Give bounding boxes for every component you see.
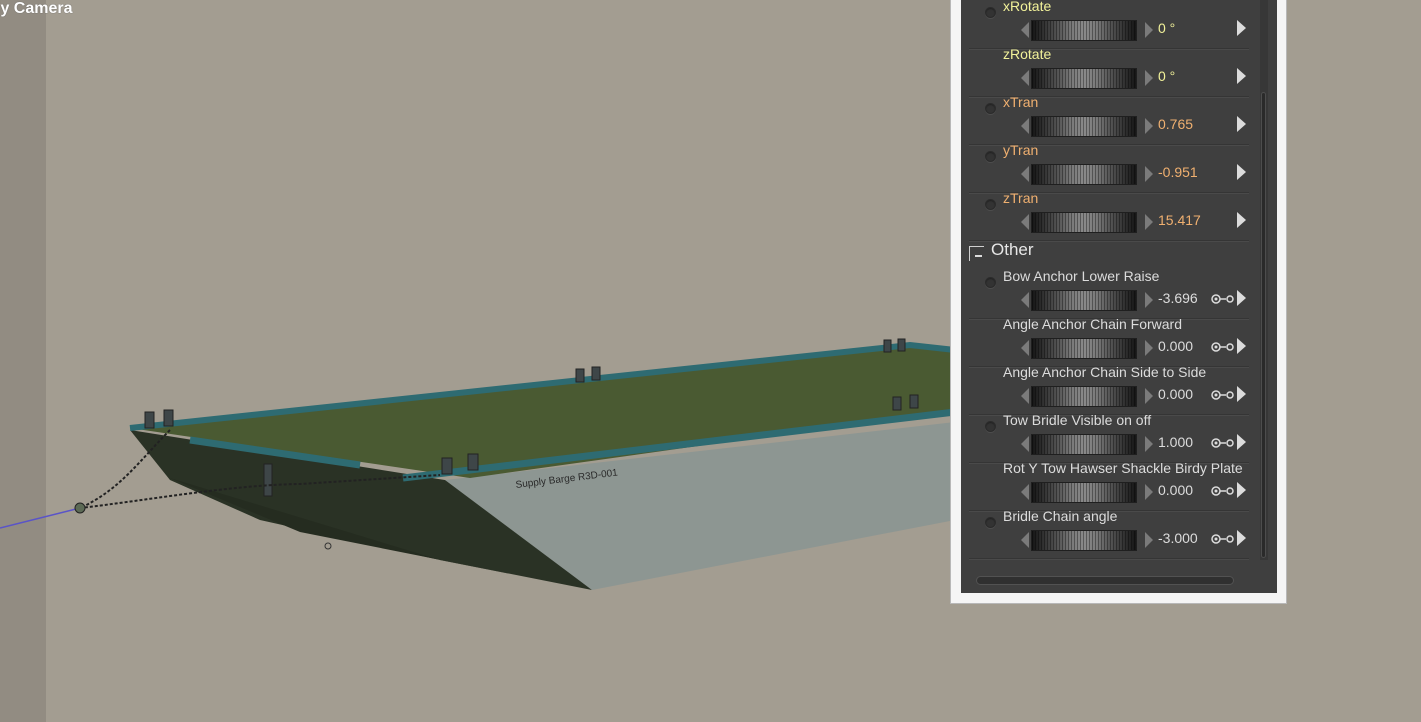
group-other-header[interactable]: Other: [969, 238, 1249, 264]
param-tow-bridle-visible: Tow Bridle Visible on off 1.000: [969, 412, 1249, 463]
param-select-radio[interactable]: [985, 517, 996, 528]
param-menu-arrow-icon[interactable]: [1237, 434, 1246, 450]
param-menu-arrow-icon[interactable]: [1237, 338, 1246, 354]
param-rot-y-tow-hawser: Rot Y Tow Hawser Shackle Birdy Plate 0.0…: [969, 460, 1249, 511]
dependency-link-icon[interactable]: [1211, 389, 1235, 401]
param-angle-anchor-chain-forward: Angle Anchor Chain Forward 0.000: [969, 316, 1249, 367]
group-title: Other: [991, 240, 1034, 259]
increment-arrow-icon[interactable]: [1145, 532, 1153, 548]
increment-arrow-icon[interactable]: [1145, 70, 1153, 86]
param-name: Bridle Chain angle: [1003, 508, 1118, 524]
decrement-arrow-icon[interactable]: [1021, 22, 1029, 38]
decrement-arrow-icon[interactable]: [1021, 118, 1029, 134]
param-dial[interactable]: [1031, 68, 1137, 89]
param-dial[interactable]: [1031, 20, 1137, 41]
decrement-arrow-icon[interactable]: [1021, 214, 1029, 230]
decrement-arrow-icon[interactable]: [1021, 166, 1029, 182]
decrement-arrow-icon[interactable]: [1021, 532, 1029, 548]
decrement-arrow-icon[interactable]: [1021, 436, 1029, 452]
dependency-link-icon[interactable]: [1211, 533, 1235, 545]
param-value[interactable]: -3.000: [1158, 530, 1198, 546]
param-menu-arrow-icon[interactable]: [1237, 530, 1246, 546]
increment-arrow-icon[interactable]: [1145, 484, 1153, 500]
increment-arrow-icon[interactable]: [1145, 22, 1153, 38]
decrement-arrow-icon[interactable]: [1021, 388, 1029, 404]
param-name: xTran: [1003, 94, 1039, 110]
param-value[interactable]: 0 °: [1158, 20, 1175, 36]
param-name: xRotate: [1003, 0, 1052, 14]
param-menu-arrow-icon[interactable]: [1237, 290, 1246, 306]
param-dial[interactable]: [1031, 212, 1137, 233]
dependency-link-icon[interactable]: [1211, 341, 1235, 353]
param-select-radio[interactable]: [985, 421, 996, 432]
param-name: yTran: [1003, 142, 1039, 158]
param-menu-arrow-icon[interactable]: [1237, 68, 1246, 84]
param-menu-arrow-icon[interactable]: [1237, 20, 1246, 36]
param-name: Rot Y Tow Hawser Shackle Birdy Plate: [1003, 460, 1243, 476]
param-name: Angle Anchor Chain Side to Side: [1003, 364, 1207, 380]
horizontal-scrollbar[interactable]: [976, 576, 1234, 585]
dependency-link-icon[interactable]: [1211, 437, 1235, 449]
param-select-radio[interactable]: [985, 151, 996, 162]
param-select-radio[interactable]: [985, 199, 996, 210]
param-dial[interactable]: [1031, 434, 1137, 455]
increment-arrow-icon[interactable]: [1145, 292, 1153, 308]
param-ytran: yTran -0.951: [969, 142, 1249, 193]
param-zrotate: zRotate 0 °: [969, 46, 1249, 97]
param-value[interactable]: -3.696: [1158, 290, 1198, 306]
param-dial[interactable]: [1031, 116, 1137, 137]
param-bow-anchor-lower-raise: Bow Anchor Lower Raise -3.696: [969, 268, 1249, 319]
param-menu-arrow-icon[interactable]: [1237, 164, 1246, 180]
param-xtran: xTran 0.765: [969, 94, 1249, 145]
decrement-arrow-icon[interactable]: [1021, 70, 1029, 86]
param-bridle-chain-angle: Bridle Chain angle -3.000: [969, 508, 1249, 559]
param-value[interactable]: 1.000: [1158, 434, 1193, 450]
param-dial[interactable]: [1031, 386, 1137, 407]
param-value[interactable]: 0.000: [1158, 386, 1193, 402]
param-dial[interactable]: [1031, 338, 1137, 359]
camera-label: ly Camera: [0, 0, 73, 17]
param-name: Bow Anchor Lower Raise: [1003, 268, 1160, 284]
param-value[interactable]: -0.951: [1158, 164, 1198, 180]
param-dial[interactable]: [1031, 290, 1137, 311]
param-name: zRotate: [1003, 46, 1052, 62]
background-wall: [0, 0, 46, 722]
param-select-radio[interactable]: [985, 277, 996, 288]
dependency-link-icon[interactable]: [1211, 485, 1235, 497]
param-menu-arrow-icon[interactable]: [1237, 386, 1246, 402]
param-ztran: zTran 15.417: [969, 190, 1249, 241]
param-angle-anchor-chain-side: Angle Anchor Chain Side to Side 0.000: [969, 364, 1249, 415]
param-dial[interactable]: [1031, 530, 1137, 551]
increment-arrow-icon[interactable]: [1145, 388, 1153, 404]
param-name: zTran: [1003, 190, 1039, 206]
param-value[interactable]: 0.000: [1158, 482, 1193, 498]
param-select-radio[interactable]: [985, 103, 996, 114]
param-menu-arrow-icon[interactable]: [1237, 482, 1246, 498]
param-value[interactable]: 15.417: [1158, 212, 1201, 228]
param-dial[interactable]: [1031, 482, 1137, 503]
decrement-arrow-icon[interactable]: [1021, 484, 1029, 500]
increment-arrow-icon[interactable]: [1145, 214, 1153, 230]
shackle: [74, 502, 86, 514]
increment-arrow-icon[interactable]: [1145, 118, 1153, 134]
decrement-arrow-icon[interactable]: [1021, 292, 1029, 308]
param-name: Tow Bridle Visible on off: [1003, 412, 1152, 428]
param-value[interactable]: 0.765: [1158, 116, 1193, 132]
param-menu-arrow-icon[interactable]: [1237, 212, 1246, 228]
increment-arrow-icon[interactable]: [1145, 436, 1153, 452]
collapse-minus-icon[interactable]: [969, 246, 984, 261]
vertical-scroll-thumb[interactable]: [1261, 92, 1266, 558]
decrement-arrow-icon[interactable]: [1021, 340, 1029, 356]
increment-arrow-icon[interactable]: [1145, 166, 1153, 182]
dependency-link-icon[interactable]: [1211, 293, 1235, 305]
increment-arrow-icon[interactable]: [1145, 340, 1153, 356]
param-xrotate: xRotate 0 °: [969, 0, 1249, 49]
param-dial[interactable]: [1031, 164, 1137, 185]
param-name: Angle Anchor Chain Forward: [1003, 316, 1182, 332]
param-menu-arrow-icon[interactable]: [1237, 116, 1246, 132]
param-value[interactable]: 0 °: [1158, 68, 1175, 84]
param-value[interactable]: 0.000: [1158, 338, 1193, 354]
param-select-radio[interactable]: [985, 7, 996, 18]
